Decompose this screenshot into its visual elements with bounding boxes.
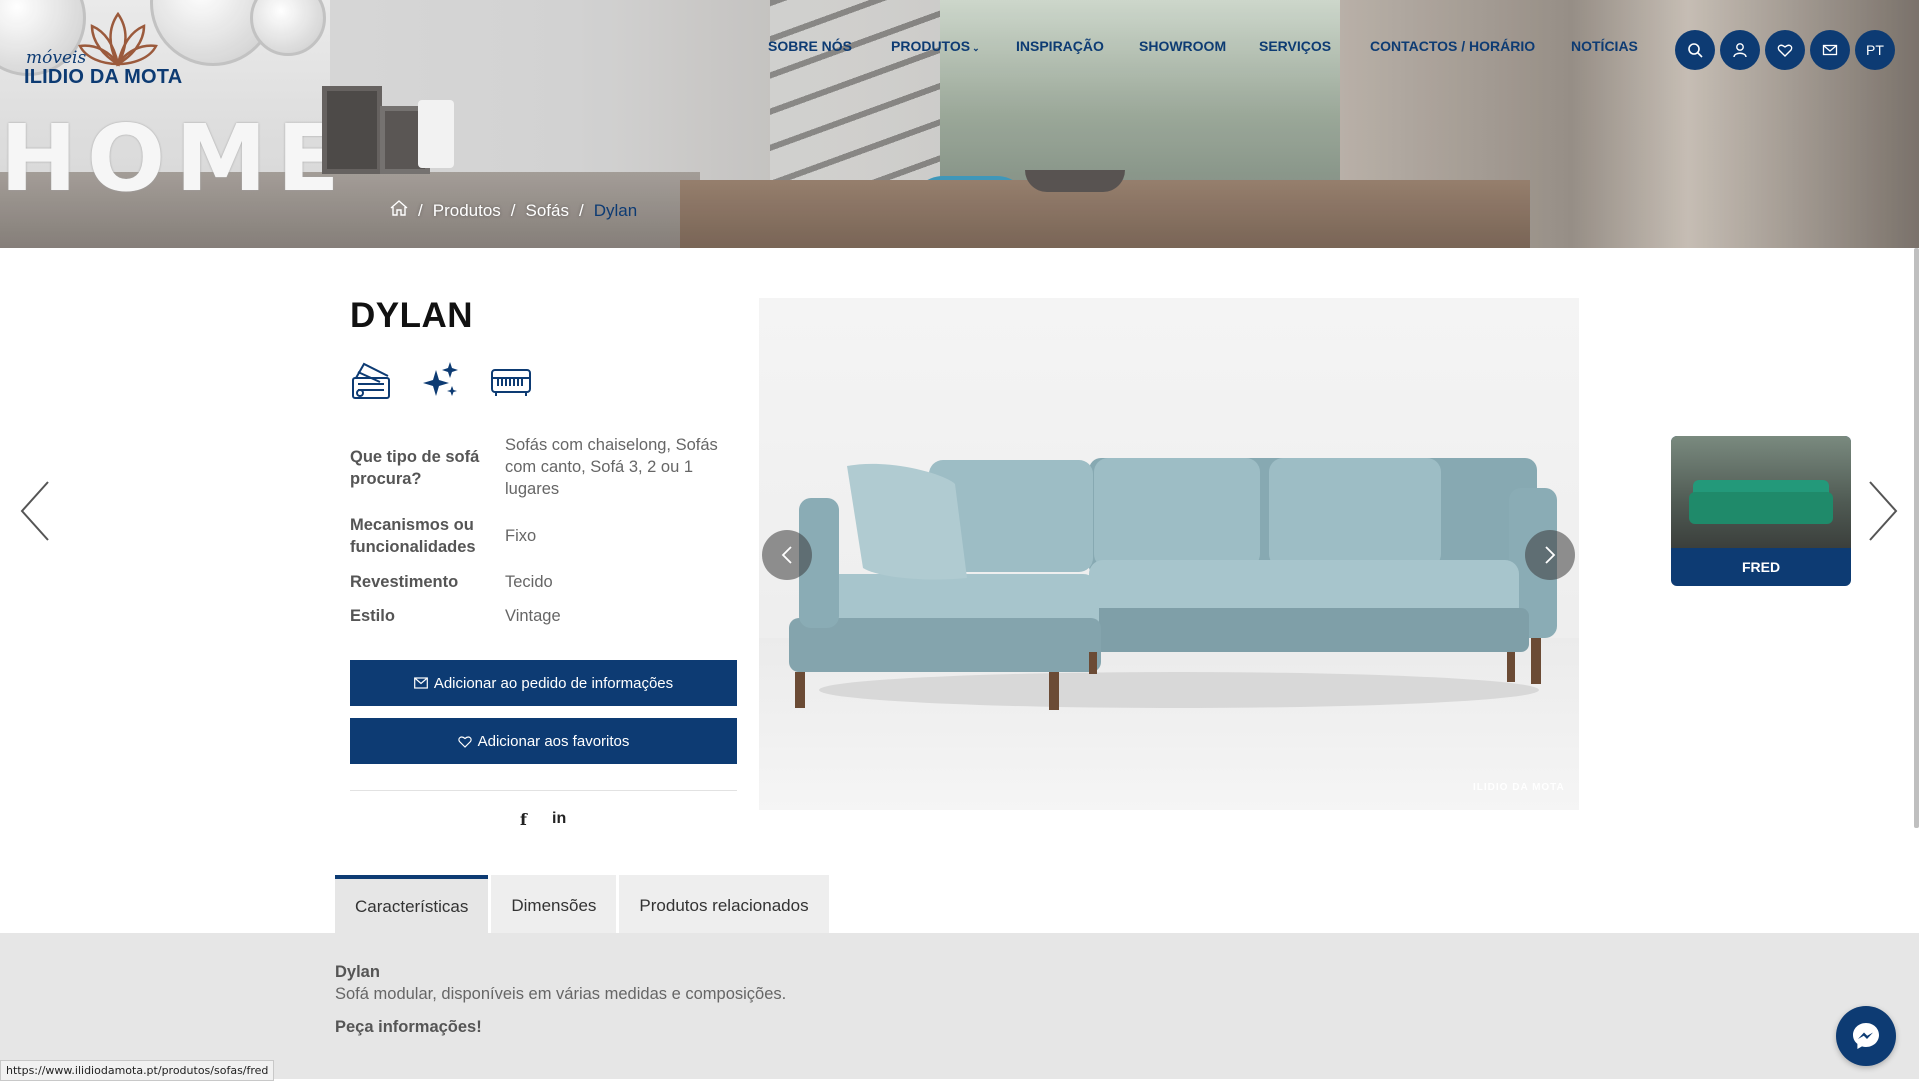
messenger-chat-button[interactable] [1836, 1006, 1896, 1066]
scrollbar[interactable] [1914, 248, 1919, 828]
nav-item-noticias[interactable]: NOTÍCIAS [1571, 38, 1638, 54]
home-icon [390, 200, 408, 216]
search-icon [1688, 43, 1703, 58]
logo-brand-name: ILIDIO DA MOTA [24, 66, 183, 88]
chevron-left-icon [20, 481, 49, 541]
attribute-value: Tecido [505, 573, 553, 591]
browser-status-url: https://www.ilidiodamota.pt/produtos/sof… [0, 1060, 275, 1081]
nav-item-servicos[interactable]: SERVIÇOS [1259, 38, 1331, 54]
nav-item-sobre-nos[interactable]: SOBRE NÓS [768, 38, 852, 54]
fabric-samples-icon [350, 360, 392, 402]
tab-caracteristicas[interactable]: Características [335, 875, 489, 935]
add-to-favorites-button[interactable]: Adicionar aos favoritos [350, 718, 737, 764]
sofa-image [789, 458, 1557, 710]
messenger-icon [1853, 1023, 1879, 1049]
mail-icon [1822, 44, 1838, 56]
language-button[interactable]: PT [1855, 30, 1895, 70]
account-button[interactable] [1720, 30, 1760, 70]
linkedin-share-icon[interactable]: in [552, 810, 566, 828]
nav-item-showroom[interactable]: SHOWROOM [1139, 38, 1226, 54]
attribute-value: Fixo [505, 527, 537, 545]
attribute-label: Mecanismos ou funcionalidades [350, 516, 476, 556]
tab-content: Dylan Sofá modular, disponíveis em vária… [0, 933, 1919, 1079]
nav-label: NOTÍCIAS [1571, 38, 1638, 54]
description-cta: Peça informações! [335, 1018, 482, 1036]
heart-icon [457, 735, 472, 748]
attribute-label: Revestimento [350, 573, 459, 591]
gallery-prev-button[interactable] [762, 530, 812, 580]
divider [350, 790, 737, 791]
breadcrumb-sofas[interactable]: Sofás [526, 201, 569, 221]
user-icon [1733, 43, 1747, 58]
breadcrumb-produtos[interactable]: Produtos [433, 201, 501, 221]
gallery-next-button[interactable] [1525, 530, 1575, 580]
sparkles-icon [420, 360, 462, 402]
next-product-card[interactable]: FRED [1671, 436, 1851, 586]
product-title: DYLAN [350, 296, 474, 335]
attribute-value: Sofás com chaiselong, Sofás com canto, S… [505, 436, 718, 498]
attribute-label: Que tipo de sofá procura? [350, 448, 480, 488]
site-logo[interactable]: móveis ILIDIO DA MOTA [22, 6, 183, 88]
product-image: ILIDIO DA MOTA [759, 298, 1579, 810]
add-to-info-request-button[interactable]: Adicionar ao pedido de informações [350, 660, 737, 706]
breadcrumb-home[interactable] [390, 200, 408, 221]
breadcrumb-separator: / [510, 200, 516, 220]
nav-label: PRODUTOS [891, 38, 971, 54]
favorites-button[interactable] [1765, 30, 1805, 70]
image-watermark: ILIDIO DA MOTA [1473, 782, 1565, 793]
feature-icons [350, 360, 532, 402]
tab-produtos-relacionados[interactable]: Produtos relacionados [619, 875, 829, 934]
nav-label: CONTACTOS / HORÁRIO [1370, 38, 1536, 54]
next-product-thumbnail [1671, 436, 1851, 548]
chevron-right-icon [1869, 481, 1898, 541]
description-title: Dylan [335, 963, 380, 981]
attribute-label: Estilo [350, 607, 395, 625]
facebook-share-icon[interactable]: f [520, 810, 527, 829]
contact-button[interactable] [1810, 30, 1850, 70]
tab-dimensoes[interactable]: Dimensões [491, 875, 617, 934]
attribute-value: Vintage [505, 607, 561, 625]
logo-tagline: móveis [26, 48, 87, 68]
chevron-left-icon [781, 546, 792, 564]
previous-product-button[interactable] [16, 478, 56, 544]
nav-label: INSPIRAÇÃO [1016, 38, 1104, 54]
nav-label: SHOWROOM [1139, 38, 1227, 54]
breadcrumb-separator: / [418, 200, 423, 220]
nav-label: SOBRE NÓS [768, 38, 853, 54]
product-tabs: Características Dimensões Produtos relac… [335, 875, 829, 935]
nav-item-produtos[interactable]: PRODUTOS ⌄ [891, 38, 980, 54]
heart-icon [1777, 44, 1793, 57]
button-label: Adicionar aos favoritos [477, 732, 630, 750]
description-text: Sofá modular, disponíveis em várias medi… [335, 985, 787, 1003]
search-button[interactable] [1675, 30, 1715, 70]
breadcrumb-separator: / [579, 200, 584, 220]
logo-flower-icon [78, 11, 158, 67]
button-label: Adicionar ao pedido de informações [433, 674, 674, 692]
nav-item-inspiracao[interactable]: INSPIRAÇÃO [1016, 38, 1104, 54]
next-product-label: FRED [1741, 559, 1781, 575]
mail-icon [413, 677, 428, 689]
nav-label: SERVIÇOS [1259, 38, 1332, 54]
breadcrumb-current: Dylan [593, 200, 638, 220]
sofa-bed-icon [490, 360, 532, 402]
nav-item-contactos[interactable]: CONTACTOS / HORÁRIO [1370, 38, 1535, 54]
chevron-right-icon [1545, 546, 1556, 564]
chevron-down-icon: ⌄ [972, 43, 980, 53]
breadcrumb: / Produtos / Sofás / Dylan [390, 200, 637, 221]
next-product-button[interactable] [1862, 478, 1902, 544]
